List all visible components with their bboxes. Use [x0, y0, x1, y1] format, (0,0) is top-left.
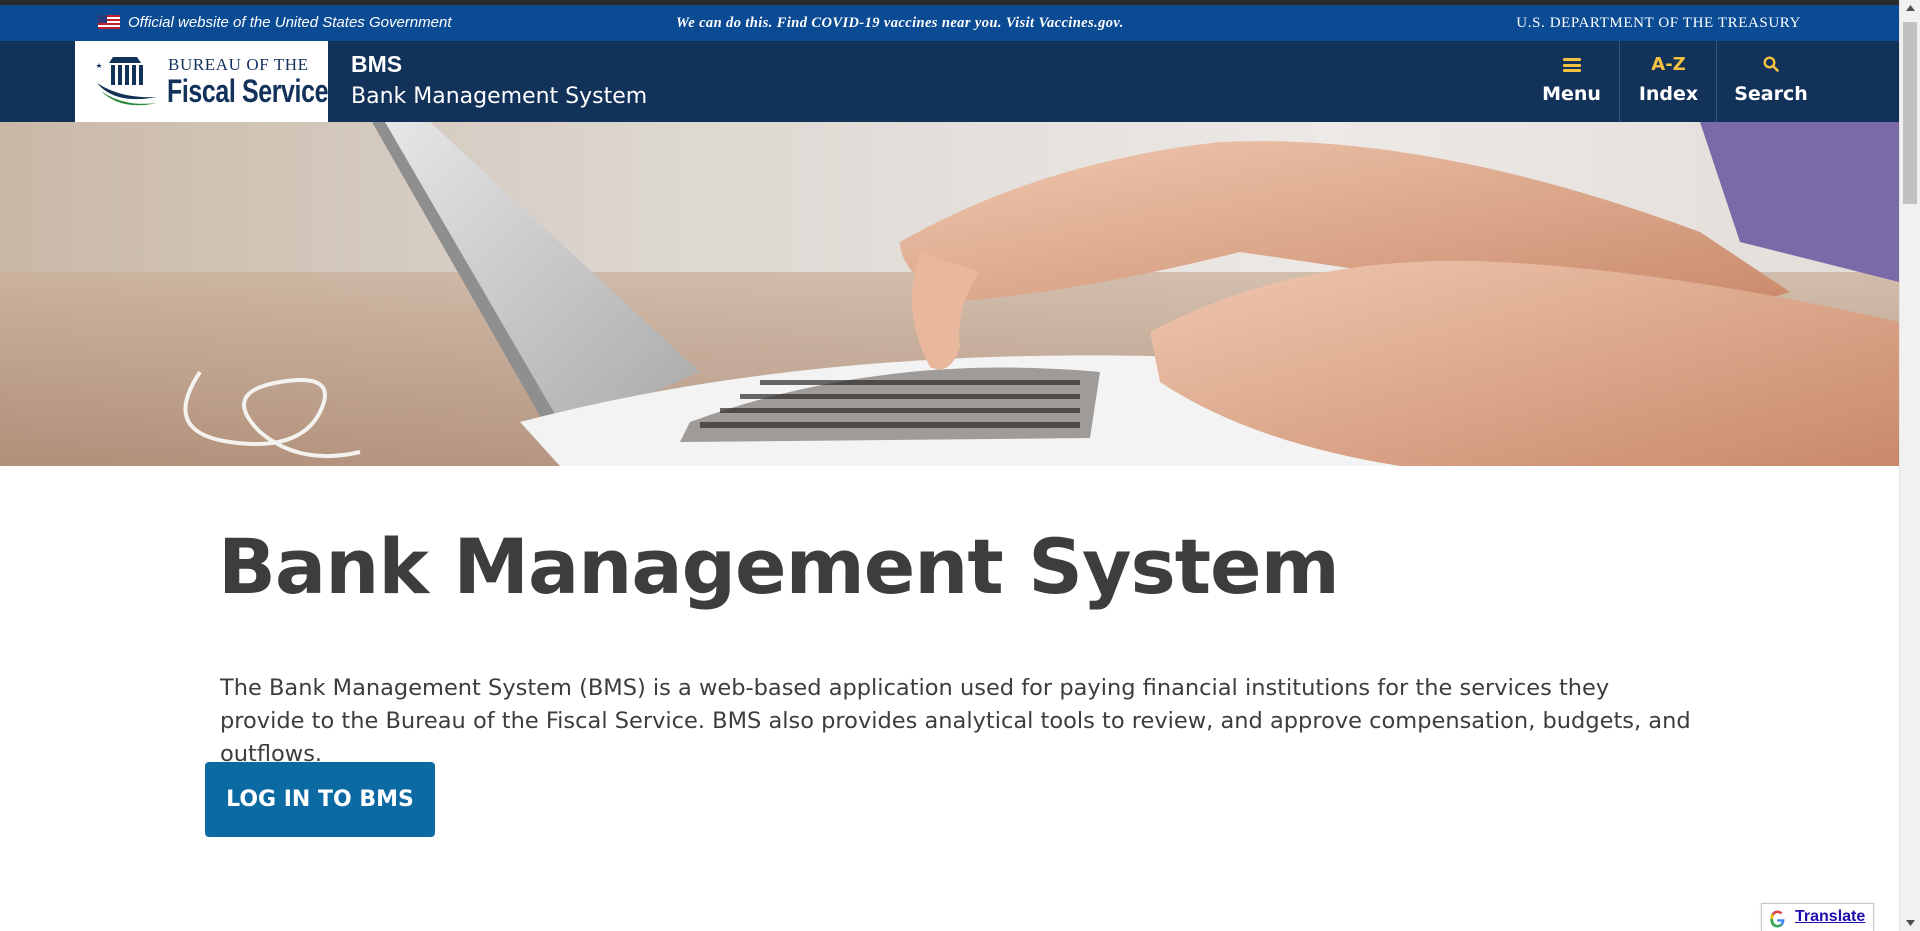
page-title: Bank Management System [218, 522, 1340, 611]
official-site-text: Official website of the United States Go… [128, 14, 452, 31]
search-label: Search [1734, 83, 1808, 105]
log-in-button[interactable]: LOG IN TO BMS [205, 762, 435, 837]
a-z-index-button[interactable]: A-Z Index [1621, 41, 1717, 122]
intro-paragraph: The Bank Management System (BMS) is a we… [220, 675, 1691, 767]
us-flag-icon [98, 15, 120, 29]
scroll-down-arrow-icon[interactable] [1900, 914, 1920, 931]
translate-label[interactable]: Translate [1795, 908, 1865, 926]
official-banner: Official website of the United States Go… [0, 5, 1899, 41]
hero-image [0, 122, 1899, 466]
site-abbreviation[interactable]: BMS [351, 51, 402, 78]
laptop-typing-photo-icon [0, 122, 1899, 466]
fiscal-service-logo-link[interactable]: BUREAU OF THE Fiscal Service [75, 41, 328, 122]
translate-widget[interactable]: Translate [1761, 903, 1874, 931]
treasury-department-text: U.S. DEPARTMENT OF THE TREASURY [1516, 15, 1801, 31]
covid-vaccine-link[interactable]: We can do this. Find COVID-19 vaccines n… [676, 15, 1124, 32]
google-icon [1770, 910, 1785, 928]
scroll-up-arrow-icon[interactable] [1900, 0, 1920, 17]
search-button[interactable]: Search [1718, 41, 1824, 122]
vertical-scrollbar[interactable] [1899, 0, 1920, 931]
logo-fiscal-service-text: Fiscal Service [167, 73, 329, 109]
menu-button[interactable]: Menu [1524, 41, 1620, 122]
site-name[interactable]: Bank Management System [351, 84, 647, 109]
site-header: BUREAU OF THE Fiscal Service BMS Bank Ma… [0, 41, 1899, 122]
fiscal-service-emblem-icon [96, 57, 157, 106]
index-label: Index [1638, 83, 1699, 105]
logo-bureau-text: BUREAU OF THE [168, 55, 309, 74]
scrollbar-thumb[interactable] [1903, 22, 1917, 204]
hamburger-icon [1563, 58, 1581, 72]
a-z-icon: A-Z [1651, 54, 1686, 75]
menu-label: Menu [1542, 83, 1601, 105]
search-icon [1763, 56, 1779, 72]
